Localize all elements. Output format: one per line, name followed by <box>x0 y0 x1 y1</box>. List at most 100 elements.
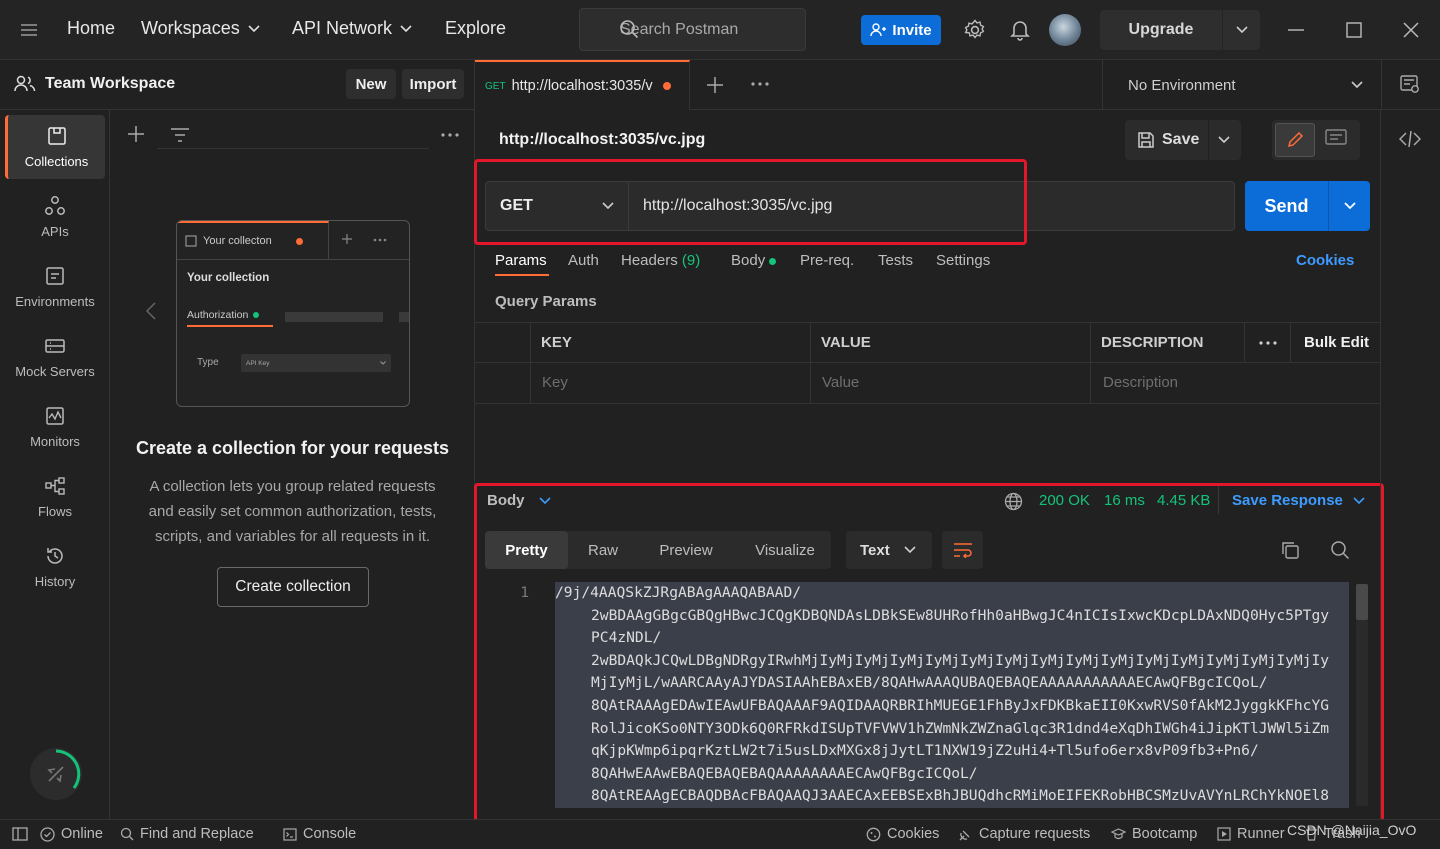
sidebar-item-mock-servers[interactable]: Mock Servers <box>5 325 105 389</box>
minimize-icon[interactable] <box>1287 22 1305 38</box>
find-and-replace[interactable]: Find and Replace <box>120 826 254 842</box>
cookie-icon <box>866 827 881 841</box>
hamburger-icon[interactable] <box>20 22 38 38</box>
nav-explore[interactable]: Explore <box>445 18 506 39</box>
more-options-icon[interactable] <box>441 133 459 137</box>
launchpad-progress[interactable] <box>30 748 82 800</box>
environment-selector[interactable]: No Environment <box>1102 60 1382 110</box>
request-title[interactable]: http://localhost:3035/vc.jpg <box>499 131 705 149</box>
tab-label: http://localhost:3035/v <box>511 78 653 94</box>
collection-search-input[interactable] <box>157 121 429 149</box>
capture-requests-button[interactable]: Capture requests <box>958 826 1090 842</box>
response-body-code[interactable]: 1 /9j/4AAQSkZJRgABAgAAAQABAAD/ 2wBDAAgGB… <box>485 582 1355 810</box>
url-input[interactable]: http://localhost:3035/vc.jpg <box>629 182 1234 230</box>
chevron-down-icon <box>904 546 916 554</box>
search-icon <box>120 827 134 841</box>
illustration-type-value: API Key <box>246 359 270 367</box>
response-size[interactable]: 4.45 KB <box>1157 492 1210 509</box>
tab-tests[interactable]: Tests <box>878 252 913 269</box>
cookies-button[interactable]: Cookies <box>866 826 939 842</box>
tab-request[interactable]: GET http://localhost:3035/v <box>475 60 690 110</box>
description-input[interactable]: Description <box>1103 374 1178 391</box>
console-button[interactable]: Console <box>283 826 356 842</box>
sidebar-item-collections[interactable]: Collections <box>5 115 105 179</box>
wrap-lines-icon[interactable] <box>942 531 983 569</box>
chevron-down-icon[interactable] <box>1223 26 1260 34</box>
tab-raw[interactable]: Raw <box>574 531 632 569</box>
tab-pretty[interactable]: Pretty <box>485 531 568 569</box>
tab-pre-request[interactable]: Pre-req. <box>800 252 854 269</box>
sidebar-item-flows[interactable]: Flows <box>5 465 105 529</box>
invite-button[interactable]: Invite <box>861 15 941 45</box>
sidebar-item-label: History <box>34 574 76 589</box>
tab-auth[interactable]: Auth <box>568 252 599 269</box>
comments-icon[interactable] <box>1325 129 1347 149</box>
maximize-icon[interactable] <box>1346 22 1362 38</box>
cookies-link[interactable]: Cookies <box>1296 252 1354 269</box>
globe-icon[interactable] <box>1004 492 1023 511</box>
upgrade-button[interactable]: Upgrade <box>1100 10 1260 50</box>
tab-headers[interactable]: Headers (9) <box>621 252 700 269</box>
response-scrollbar[interactable] <box>1356 584 1368 806</box>
method-select[interactable]: GET <box>486 182 629 230</box>
copy-icon[interactable] <box>1280 540 1300 560</box>
bulk-edit-button[interactable]: Bulk Edit <box>1304 334 1369 351</box>
empty-state-description: A collection lets you group related requ… <box>148 478 437 545</box>
format-select[interactable]: Text <box>846 531 932 569</box>
save-response-button[interactable]: Save Response <box>1232 492 1365 509</box>
edit-pencil-icon[interactable] <box>1275 123 1315 157</box>
bootcamp-button[interactable]: Bootcamp <box>1111 826 1197 842</box>
status-code[interactable]: 200 OK <box>1039 492 1090 509</box>
nav-workspaces[interactable]: Workspaces <box>141 18 260 39</box>
tab-preview[interactable]: Preview <box>642 531 730 569</box>
monitors-icon <box>46 407 64 425</box>
tab-params[interactable]: Params <box>495 252 547 269</box>
sidebar-item-history[interactable]: History <box>5 535 105 599</box>
chevron-down-icon <box>400 24 412 32</box>
tab-visualize[interactable]: Visualize <box>740 531 830 569</box>
key-input[interactable]: Key <box>542 374 568 391</box>
response-body-selector[interactable]: Body <box>487 492 551 509</box>
close-icon[interactable] <box>1403 22 1419 38</box>
column-header-value: VALUE <box>821 334 871 351</box>
collection-illustration: Your collecton Your collection Authoriza… <box>176 220 410 407</box>
collections-icon <box>47 127 66 145</box>
toggle-sidebar-icon[interactable] <box>12 827 28 841</box>
new-tab-icon[interactable] <box>706 76 724 94</box>
create-collection-button[interactable]: Create collection <box>217 567 369 607</box>
avatar[interactable] <box>1049 14 1081 46</box>
bell-icon[interactable] <box>1010 19 1030 41</box>
table-options-icon[interactable] <box>1259 341 1277 345</box>
sidebar-item-environments[interactable]: Environments <box>5 255 105 319</box>
send-button[interactable]: Send <box>1245 181 1370 231</box>
settings-gear-icon[interactable] <box>964 19 986 41</box>
code-line: 8QAtREAAgECBAQDBAcFBAQAAQJ3AAECAxEEBSExB… <box>555 785 1349 808</box>
runner-button[interactable]: Runner <box>1217 826 1285 842</box>
bootcamp-icon <box>1111 828 1126 840</box>
sidebar-item-monitors[interactable]: Monitors <box>5 395 105 459</box>
chevron-down-icon[interactable] <box>1329 181 1370 231</box>
environment-quick-look-icon[interactable] <box>1400 74 1420 94</box>
tab-method: GET <box>485 80 506 92</box>
chevron-down-icon[interactable] <box>1218 136 1230 144</box>
add-icon[interactable] <box>127 125 145 143</box>
code-line: 2wBDAAgGBgcGBQgHBwcJCQgKDBQNDAsLDBkSEw8U… <box>555 604 1349 628</box>
nav-home[interactable]: Home <box>67 18 115 39</box>
tab-body[interactable]: Body <box>731 252 777 269</box>
sidebar-item-label: Mock Servers <box>15 364 95 379</box>
nav-api-network[interactable]: API Network <box>292 18 412 39</box>
tab-overflow-icon[interactable] <box>751 82 769 86</box>
search-icon[interactable] <box>1330 540 1350 560</box>
value-input[interactable]: Value <box>822 374 859 391</box>
online-status[interactable]: Online <box>40 826 103 842</box>
response-time[interactable]: 16 ms <box>1104 492 1145 509</box>
import-button[interactable]: Import <box>402 69 464 99</box>
new-button[interactable]: New <box>346 69 396 99</box>
code-snippet-icon[interactable] <box>1399 130 1421 148</box>
sidebar-item-apis[interactable]: APIs <box>5 185 105 249</box>
code-line: PC4zNDL/ <box>555 627 1349 650</box>
search-input[interactable]: Search Postman <box>579 8 806 51</box>
chevron-left-icon[interactable] <box>146 302 156 320</box>
save-button[interactable]: Save <box>1125 120 1241 160</box>
tab-settings[interactable]: Settings <box>936 252 990 269</box>
